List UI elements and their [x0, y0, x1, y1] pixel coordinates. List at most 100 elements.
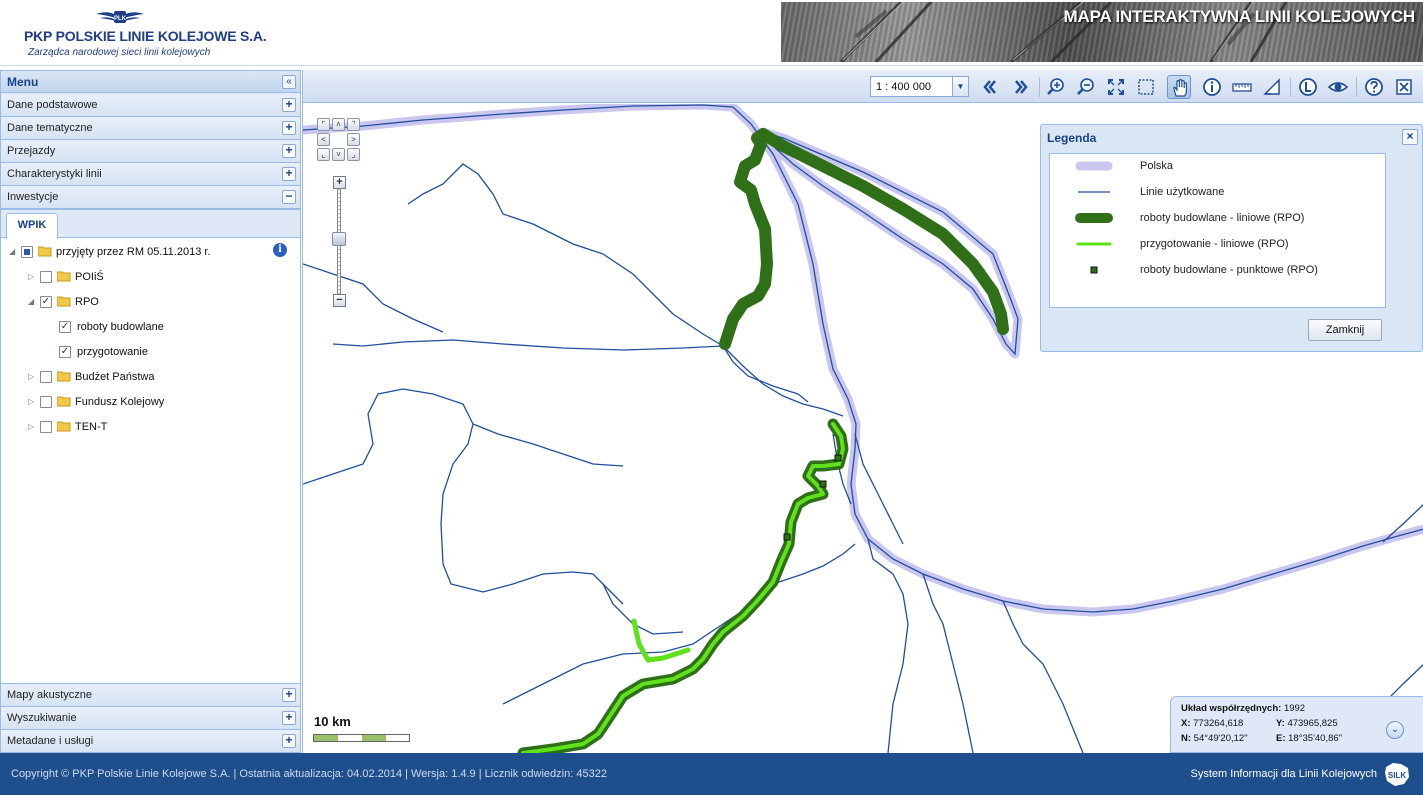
pan-north-icon[interactable]: ˄	[332, 118, 345, 131]
tree-checkbox[interactable]	[40, 271, 52, 283]
tree-expanded-arrow-icon[interactable]: ◢	[9, 247, 17, 257]
tree-node-label: Fundusz Kolejowy	[75, 396, 165, 408]
accordion-label: Dane podstawowe	[7, 99, 98, 111]
tree-expanded-arrow-icon[interactable]: ◢	[28, 297, 36, 307]
footer-system-name: System Informacji dla Linii Kolejowych	[1190, 768, 1377, 780]
zoom-in-icon[interactable]	[1044, 75, 1068, 99]
zoom-slider-thumb[interactable]	[332, 232, 346, 246]
tree-root-checkbox[interactable]	[21, 246, 33, 258]
pan-hand-icon[interactable]	[1167, 75, 1191, 99]
expand-plus-icon[interactable]: +	[282, 711, 296, 725]
silk-logo-icon[interactable]: SILK	[1383, 761, 1411, 787]
tree-checkbox-checked[interactable]: ✓	[40, 296, 52, 308]
logo-subtitle: Zarządca narodowej sieci linii kolejowyc…	[28, 47, 211, 58]
left-menu-panel: Menu « Dane podstawowe + Dane tematyczne…	[0, 70, 301, 753]
przygotowanie-liniowe-inner	[521, 422, 845, 753]
info-identify-icon[interactable]	[1200, 75, 1224, 99]
map-canvas[interactable]: ⌜ ˄ ⌝ ˂ ˃ ⌞ ˅ ⌟ + − Legenda × Polska Lin…	[303, 104, 1423, 753]
previous-extent-icon[interactable]	[978, 75, 1002, 99]
accordion-metadane-i-uslugi[interactable]: Metadane i usługi +	[1, 730, 300, 753]
expand-plus-icon[interactable]: +	[282, 144, 296, 158]
pan-northeast-icon[interactable]: ⌝	[347, 118, 360, 131]
tree-checkbox-checked[interactable]: ✓	[59, 321, 71, 333]
accordion-dane-tematyczne[interactable]: Dane tematyczne +	[1, 117, 300, 140]
select-box-icon[interactable]	[1134, 75, 1158, 99]
accordion-inwestycje[interactable]: Inwestycje −	[1, 186, 300, 209]
zoom-slider[interactable]: + −	[332, 176, 346, 307]
przygotowanie-liniowe	[631, 618, 691, 663]
tree-collapsed-arrow-icon[interactable]: ▷	[28, 422, 36, 432]
tree-node-ten-t[interactable]: ▷ TEN-T	[28, 418, 228, 436]
tree-collapsed-arrow-icon[interactable]: ▷	[28, 397, 36, 407]
chevron-down-icon[interactable]: ⌄	[1386, 721, 1404, 739]
pan-west-icon[interactable]: ˂	[317, 133, 330, 146]
accordion-label: Dane tematyczne	[7, 122, 93, 134]
tab-wpik[interactable]: WPIK	[6, 213, 58, 239]
plk-logo[interactable]: PLK PKP POLSKIE LINIE KOLEJOWE S.A. Zarz…	[22, 6, 282, 62]
tree-node-budzet-panstwa[interactable]: ▷ Budżet Państwa	[28, 368, 228, 386]
tree-checkbox-checked[interactable]: ✓	[59, 346, 71, 358]
tree-leaf-przygotowanie[interactable]: ✓ przygotowanie	[59, 343, 259, 361]
scale-select[interactable]: 1 : 400 000 ▼	[870, 76, 969, 97]
expand-plus-icon[interactable]: +	[282, 121, 296, 135]
legend-window: Legenda × Polska Linie użytkowane roboty…	[1040, 124, 1423, 352]
folder-icon	[57, 371, 71, 382]
accordion-mapy-akustyczne[interactable]: Mapy akustyczne +	[1, 684, 300, 707]
expand-plus-icon[interactable]: +	[282, 734, 296, 748]
pan-zoom-control: ⌜ ˄ ⌝ ˂ ˃ ⌞ ˅ ⌟ + −	[317, 118, 361, 308]
zoom-minus-button[interactable]: −	[333, 294, 346, 307]
svg-text:SILK: SILK	[1388, 771, 1406, 780]
collapse-minus-icon[interactable]: −	[282, 190, 296, 204]
pan-southeast-icon[interactable]: ⌟	[347, 148, 360, 161]
pan-south-icon[interactable]: ˅	[332, 148, 345, 161]
polska-swatch-icon	[1075, 161, 1113, 171]
coordinate-system-row: Układ współrzędnych: 1992	[1181, 703, 1306, 714]
layers-L-icon[interactable]	[1296, 75, 1320, 99]
accordion-label: Inwestycje	[7, 191, 59, 203]
accordion-dane-podstawowe[interactable]: Dane podstawowe +	[1, 94, 300, 117]
measure-length-icon[interactable]	[1230, 75, 1254, 99]
collapse-panel-button[interactable]: «	[282, 75, 296, 89]
accordion-wyszukiwanie[interactable]: Wyszukiwanie +	[1, 707, 300, 730]
pan-east-icon[interactable]: ˃	[347, 133, 360, 146]
map-area: 1 : 400 000 ▼ ⌜ ˄ ⌝ ˂ ˃ ⌞ ˅ ⌟ + − Legend…	[302, 70, 1423, 753]
legend-label: roboty budowlane - liniowe (RPO)	[1140, 212, 1305, 224]
tree-collapsed-arrow-icon[interactable]: ▷	[28, 372, 36, 382]
close-x-icon[interactable]	[1392, 75, 1416, 99]
tree-node-poiis[interactable]: ▷ POIiŚ	[28, 268, 228, 286]
tree-leaf-roboty-budowlane[interactable]: ✓ roboty budowlane	[59, 318, 259, 336]
legend-close-icon[interactable]: ×	[1402, 129, 1418, 145]
roboty-punktowe-swatch-icon	[1090, 266, 1098, 274]
tree-checkbox[interactable]	[40, 396, 52, 408]
tree-node-fundusz-kolejowy[interactable]: ▷ Fundusz Kolejowy	[28, 393, 228, 411]
logo-title: PKP POLSKIE LINIE KOLEJOWE S.A.	[24, 28, 267, 44]
tree-collapsed-arrow-icon[interactable]: ▷	[28, 272, 36, 282]
folder-icon	[57, 271, 71, 282]
legend-item-roboty-liniowe: roboty budowlane - liniowe (RPO)	[1050, 206, 1385, 232]
expand-plus-icon[interactable]: +	[282, 167, 296, 181]
tree-node-rpo[interactable]: ◢ ✓ RPO	[28, 293, 228, 311]
pan-southwest-icon[interactable]: ⌞	[317, 148, 330, 161]
accordion-przejazdy[interactable]: Przejazdy +	[1, 140, 300, 163]
accordion-charakterystyki-linii[interactable]: Charakterystyki linii +	[1, 163, 300, 186]
tree-checkbox[interactable]	[40, 421, 52, 433]
next-extent-icon[interactable]	[1009, 75, 1033, 99]
zoom-out-icon[interactable]	[1074, 75, 1098, 99]
full-extent-icon[interactable]	[1104, 75, 1128, 99]
pan-northwest-icon[interactable]: ⌜	[317, 118, 330, 131]
inwestycje-tree-panel: WPIK ◢ przyjęty przez RM 05.11.2013 r. i…	[1, 209, 300, 684]
measure-area-icon[interactable]	[1260, 75, 1284, 99]
tree-root-node[interactable]: ◢ przyjęty przez RM 05.11.2013 r.	[9, 243, 269, 261]
expand-plus-icon[interactable]: +	[282, 688, 296, 702]
coordinate-y: Y: 473965,825	[1276, 718, 1338, 729]
legend-header[interactable]: Legenda ×	[1041, 125, 1422, 149]
expand-plus-icon[interactable]: +	[282, 98, 296, 112]
info-icon[interactable]: i	[273, 243, 287, 257]
chevron-down-icon[interactable]: ▼	[952, 77, 968, 96]
scale-bar-label: 10 km	[314, 714, 351, 729]
visibility-eye-icon[interactable]	[1326, 75, 1350, 99]
tree-node-label: TEN-T	[75, 421, 108, 433]
legend-close-button[interactable]: Zamknij	[1308, 319, 1382, 341]
help-icon[interactable]	[1362, 75, 1386, 99]
tree-checkbox[interactable]	[40, 371, 52, 383]
